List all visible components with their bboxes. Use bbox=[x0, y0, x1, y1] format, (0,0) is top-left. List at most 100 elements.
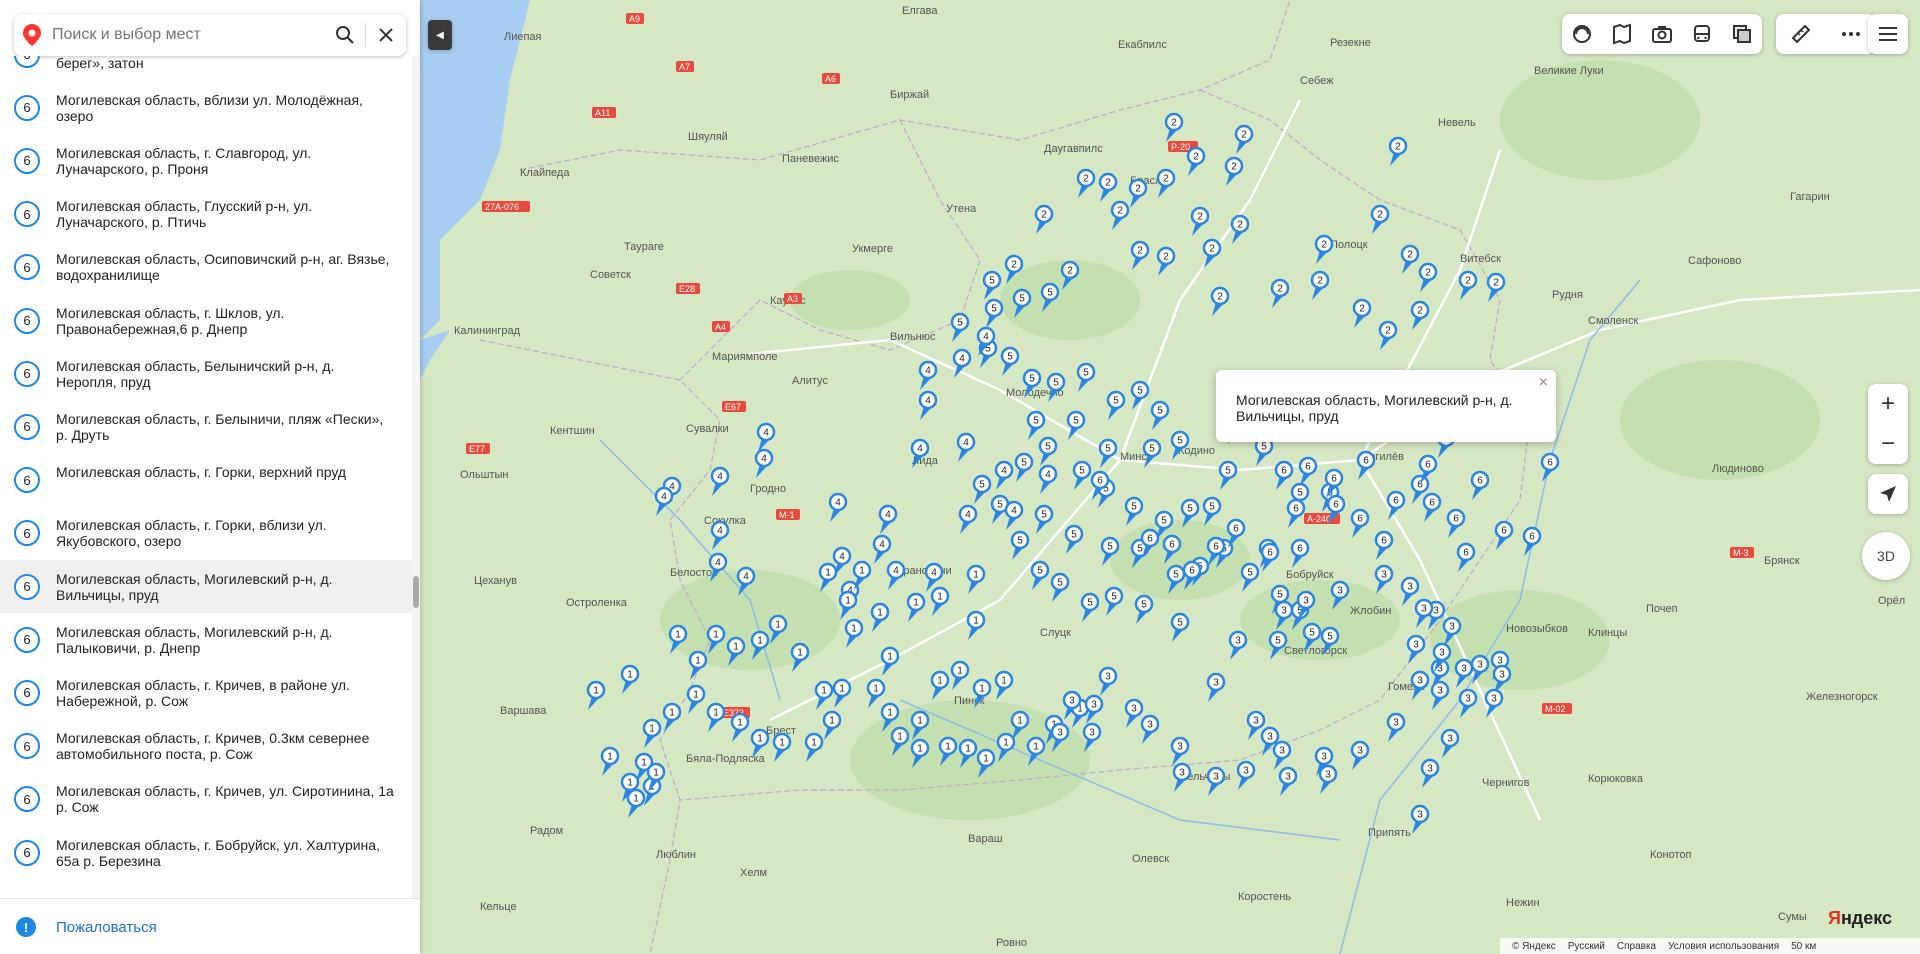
result-title: Могилевская область, вблизи ул. Молодёжн… bbox=[56, 91, 363, 124]
svg-text:5: 5 bbox=[1161, 516, 1167, 527]
svg-text:3: 3 bbox=[1407, 582, 1413, 593]
complain-label[interactable]: Пожаловаться bbox=[56, 919, 157, 936]
svg-text:1: 1 bbox=[859, 566, 865, 577]
popup-close-button[interactable]: × bbox=[1539, 374, 1548, 392]
svg-text:1: 1 bbox=[917, 744, 923, 755]
svg-text:2: 2 bbox=[1321, 240, 1327, 251]
svg-text:5: 5 bbox=[1041, 510, 1047, 521]
traffic-icon[interactable] bbox=[1571, 23, 1593, 45]
result-item[interactable]: 6 Могилевская область, г. Бобруйск, ул. Х… bbox=[0, 826, 412, 879]
search-bar bbox=[14, 14, 406, 56]
svg-text:2: 2 bbox=[1117, 206, 1123, 217]
search-icon bbox=[336, 26, 354, 44]
place-label: Резекне bbox=[1330, 37, 1371, 49]
result-item[interactable]: 6 Могилевская область, Могилевский р-н, д… bbox=[0, 613, 412, 666]
result-item[interactable]: 6 Могилевская область, вблизи ул. Молодёж… bbox=[0, 81, 412, 134]
search-button[interactable] bbox=[325, 14, 365, 56]
svg-text:1: 1 bbox=[913, 598, 919, 609]
scrollbar-thumb[interactable] bbox=[413, 576, 419, 608]
result-item[interactable]: 6 Могилевская область, г. Горки, верхний … bbox=[0, 454, 412, 507]
map-canvas[interactable]: ЛиепаяЕлгаваЕкабпилсРезекнеСебежТоропецВ… bbox=[420, 0, 1920, 954]
svg-text:2: 2 bbox=[1163, 174, 1169, 185]
results-scrollbar[interactable] bbox=[412, 56, 420, 898]
scale-label: 50 км bbox=[1791, 940, 1817, 952]
svg-text:A6: A6 bbox=[825, 74, 836, 84]
place-label: Бобруйск bbox=[1286, 569, 1334, 581]
3d-toggle-button[interactable]: 3D bbox=[1862, 532, 1910, 580]
svg-text:1: 1 bbox=[821, 686, 827, 697]
result-item[interactable]: 6 Могилевская область, Осиповичский р-н, … bbox=[0, 241, 412, 294]
svg-text:5: 5 bbox=[1275, 636, 1281, 647]
more-icon[interactable] bbox=[1840, 23, 1862, 45]
map-book-icon[interactable] bbox=[1611, 23, 1633, 45]
svg-text:5: 5 bbox=[1297, 488, 1303, 499]
bus-icon[interactable] bbox=[1691, 23, 1713, 45]
help-link[interactable]: Справка bbox=[1617, 941, 1656, 952]
ruler-icon[interactable] bbox=[1790, 23, 1812, 45]
svg-text:6: 6 bbox=[1147, 534, 1153, 545]
svg-text:1: 1 bbox=[779, 738, 785, 749]
place-label: Корюковка bbox=[1588, 773, 1644, 785]
language-selector[interactable]: Русский bbox=[1568, 941, 1605, 952]
svg-text:2: 2 bbox=[1011, 260, 1017, 271]
svg-text:6: 6 bbox=[1233, 524, 1239, 535]
svg-text:2: 2 bbox=[1493, 278, 1499, 289]
result-item[interactable]: 6 Могилевская область, г. Славгород, ул. … bbox=[0, 134, 412, 187]
result-item[interactable]: 6 Могилевская область, г. Кричев, 0.3км с… bbox=[0, 720, 412, 773]
zoom-in-button[interactable]: + bbox=[1868, 384, 1908, 424]
place-label: Сумы bbox=[1778, 911, 1807, 923]
road-label: A11 bbox=[592, 107, 616, 118]
result-item[interactable]: 6 Могилевская область, г. Шклов, ул. Прав… bbox=[0, 294, 412, 347]
result-item[interactable]: 6 Могилевская область, г. Белыничи, пляж … bbox=[0, 400, 412, 453]
svg-text:4: 4 bbox=[879, 540, 885, 551]
copyright[interactable]: © Яндекс bbox=[1512, 941, 1556, 952]
complain-link[interactable]: ! Пожаловаться bbox=[0, 898, 420, 954]
terms-link[interactable]: Условия использования bbox=[1668, 941, 1779, 952]
collapse-panel-button[interactable]: ◀ bbox=[428, 20, 452, 50]
result-item[interactable]: 6 Могилевская область, г. Кричев, в район… bbox=[0, 666, 412, 719]
svg-text:3: 3 bbox=[1131, 704, 1137, 715]
place-label: Брянск bbox=[1764, 555, 1800, 567]
result-item[interactable]: 6 Могилевская область, Белыничский р-н, д… bbox=[0, 347, 412, 400]
place-label: Ольштын bbox=[460, 469, 508, 481]
map-popup: Могилевская область, Могилевский р-н, д.… bbox=[1216, 370, 1556, 442]
menu-button[interactable] bbox=[1868, 14, 1908, 54]
layers-icon[interactable] bbox=[1731, 23, 1753, 45]
svg-text:2: 2 bbox=[1163, 252, 1169, 263]
svg-text:3: 3 bbox=[1417, 676, 1423, 687]
result-item[interactable]: 6 Могилевская область, г. Кричев, ул. Сир… bbox=[0, 773, 412, 826]
svg-text:3: 3 bbox=[1147, 720, 1153, 731]
svg-text:5: 5 bbox=[1225, 466, 1231, 477]
zoom-out-button[interactable]: − bbox=[1868, 424, 1908, 464]
road-label: A4 bbox=[712, 321, 730, 332]
map-svg: ЛиепаяЕлгаваЕкабпилсРезекнеСебежТоропецВ… bbox=[420, 0, 1920, 954]
place-label: Вараш bbox=[968, 833, 1003, 845]
svg-text:3: 3 bbox=[1281, 606, 1287, 617]
my-location-button[interactable] bbox=[1868, 474, 1908, 514]
result-count-badge: 6 bbox=[14, 679, 40, 706]
search-input[interactable] bbox=[50, 25, 325, 45]
svg-text:2: 2 bbox=[1209, 244, 1215, 255]
place-label: Калининград bbox=[454, 325, 521, 337]
road-label: M-3 bbox=[1730, 547, 1754, 558]
svg-text:2: 2 bbox=[1137, 246, 1143, 257]
svg-text:3: 3 bbox=[1105, 672, 1111, 683]
result-item[interactable]: 6 Могилевская область, Бобруйский р-н, ..… bbox=[0, 56, 412, 81]
clear-search-button[interactable] bbox=[366, 14, 406, 56]
place-label: Невель bbox=[1438, 117, 1476, 129]
exclamation-icon: ! bbox=[16, 917, 36, 937]
result-item[interactable]: 6 Могилевская область, г. Горки, вблизи у… bbox=[0, 507, 412, 560]
road-label: A3 bbox=[784, 293, 802, 304]
result-item[interactable]: 6 Могилевская область, Могилевский р-н, д… bbox=[0, 560, 412, 614]
place-label: Великие Луки bbox=[1534, 65, 1604, 77]
result-title: Могилевская область, г. Славгород, ул. Л… bbox=[56, 144, 312, 177]
result-count-badge: 6 bbox=[14, 733, 40, 760]
svg-text:5: 5 bbox=[1019, 294, 1025, 305]
place-label: Елгава bbox=[902, 5, 938, 17]
result-title: Могилевская область, Глусский р-н, ул. Л… bbox=[56, 198, 313, 231]
result-item[interactable]: 6 Могилевская область, Глусский р-н, ул. … bbox=[0, 188, 412, 241]
svg-text:A-240: A-240 bbox=[1307, 514, 1331, 524]
svg-text:2: 2 bbox=[1231, 162, 1237, 173]
svg-text:5: 5 bbox=[1327, 632, 1333, 643]
camera-icon[interactable] bbox=[1651, 23, 1673, 45]
